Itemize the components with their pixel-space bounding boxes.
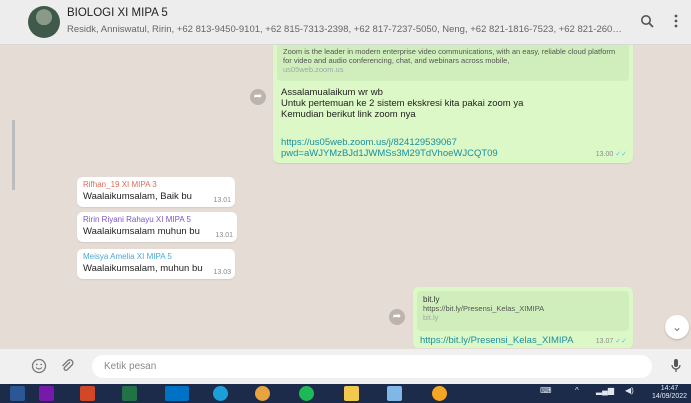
menu-icon[interactable] [668, 14, 684, 30]
tray-up-icon[interactable]: ^ [575, 386, 579, 395]
link-preview-zoom[interactable]: Zoom is the leader in modern enterprise … [277, 45, 629, 81]
message-line: Kemudian berikut link zoom nya [281, 109, 416, 120]
chrome-icon[interactable] [255, 386, 270, 401]
onenote-icon[interactable] [39, 386, 54, 401]
outlook-icon[interactable] [165, 386, 189, 401]
message-line: Assalamualaikum wr wb [281, 87, 383, 98]
app-icon[interactable] [432, 386, 447, 401]
file-explorer-icon[interactable] [344, 386, 359, 401]
windows-taskbar: ⌨ ^ ▂▄▆ ◀) 14:47 14/09/2022 [0, 384, 691, 403]
link-preview-domain: bit.ly [423, 313, 439, 322]
message-time: 13.07 ✓✓ [595, 338, 627, 345]
start-icon[interactable] [10, 386, 25, 401]
excel-icon[interactable] [122, 386, 137, 401]
message-time: 13.01 [213, 197, 231, 204]
message-input[interactable] [92, 355, 652, 378]
incoming-message[interactable]: Rifhan_19 XI MIPA 3 Waalaikumsalam, Baik… [77, 177, 235, 207]
sender-name[interactable]: Meisya Amelia XI MIPA 5 [83, 252, 229, 261]
edge-icon[interactable] [213, 386, 228, 401]
message-time: 13.03 [213, 269, 231, 276]
message-text: Waalaikumsalam muhun bu [83, 226, 200, 237]
search-icon[interactable] [639, 14, 655, 30]
outgoing-message-bitly[interactable]: bit.ly https://bit.ly/Presensi_Kelas_XIM… [413, 287, 633, 348]
incoming-message[interactable]: Ririn Riyani Rahayu XI MIPA 5 Waalaikums… [77, 212, 237, 242]
emoji-icon[interactable] [30, 358, 48, 376]
zoom-link[interactable]: https://us05web.zoom.us/j/824129539067 [281, 137, 625, 148]
sender-name[interactable]: Ririn Riyani Rahayu XI MIPA 5 [83, 215, 231, 224]
attach-icon[interactable] [58, 358, 76, 376]
app-window-icon[interactable] [387, 386, 402, 401]
clock-date: 14/09/2022 [652, 393, 688, 400]
message-text: Waalaikumsalam, muhun bu [83, 263, 203, 274]
message-composer [0, 349, 691, 384]
clock-time: 14:47 [660, 385, 679, 392]
forward-icon[interactable]: ➦ [389, 309, 405, 325]
group-name: BIOLOGI XI MIPA 5 [67, 7, 168, 19]
forward-icon[interactable]: ➦ [250, 89, 266, 105]
powerpoint-icon[interactable] [80, 386, 95, 401]
message-text: Waalaikumsalam, Baik bu [83, 191, 192, 202]
sender-name[interactable]: Rifhan_19 XI MIPA 3 [83, 180, 229, 189]
chat-header[interactable]: BIOLOGI XI MIPA 5 Residk, Anniswatul, Ri… [0, 0, 691, 45]
group-avatar[interactable] [28, 6, 60, 38]
incoming-message[interactable]: Meisya Amelia XI MIPA 5 Waalaikumsalam, … [77, 249, 235, 279]
read-ticks-icon: ✓✓ [615, 151, 627, 158]
message-time: 13.01 [215, 232, 233, 239]
message-line: Untuk pertemuan ke 2 sistem ekskresi kit… [281, 98, 524, 109]
link-preview-domain: us05web.zoom.us [283, 65, 344, 74]
network-icon[interactable]: ▂▄▆ [596, 386, 614, 395]
volume-icon[interactable]: ◀) [625, 386, 634, 395]
link-preview-url: https://bit.ly/Presensi_Kelas_XIMIPA [423, 304, 545, 313]
link-preview-title: bit.ly [423, 295, 440, 304]
outgoing-message-zoom[interactable]: Zoom is the leader in modern enterprise … [273, 45, 633, 163]
spotify-icon[interactable] [299, 386, 314, 401]
system-clock[interactable]: 14:47 14/09/2022 [652, 385, 687, 401]
mic-icon[interactable] [667, 358, 685, 376]
chevron-down-icon: ⌄ [671, 320, 683, 334]
group-members: Residk, Anniswatul, Ririn, +62 813-9450-… [67, 24, 622, 35]
chat-area[interactable]: Zoom is the leader in modern enterprise … [0, 45, 691, 348]
scroll-down-button[interactable]: ⌄ [665, 315, 689, 339]
message-time: 13.00 ✓✓ [595, 151, 627, 158]
scroll-indicator [12, 120, 15, 190]
keyboard-icon[interactable]: ⌨ [540, 386, 552, 395]
zoom-password-link[interactable]: pwd=aWJYMzBJd1JWMSs3M29TdVhoeWJCQT09 [281, 148, 625, 159]
link-preview-bitly[interactable]: bit.ly https://bit.ly/Presensi_Kelas_XIM… [417, 291, 629, 331]
read-ticks-icon: ✓✓ [615, 338, 627, 345]
link-preview-description: Zoom is the leader in modern enterprise … [283, 47, 616, 65]
